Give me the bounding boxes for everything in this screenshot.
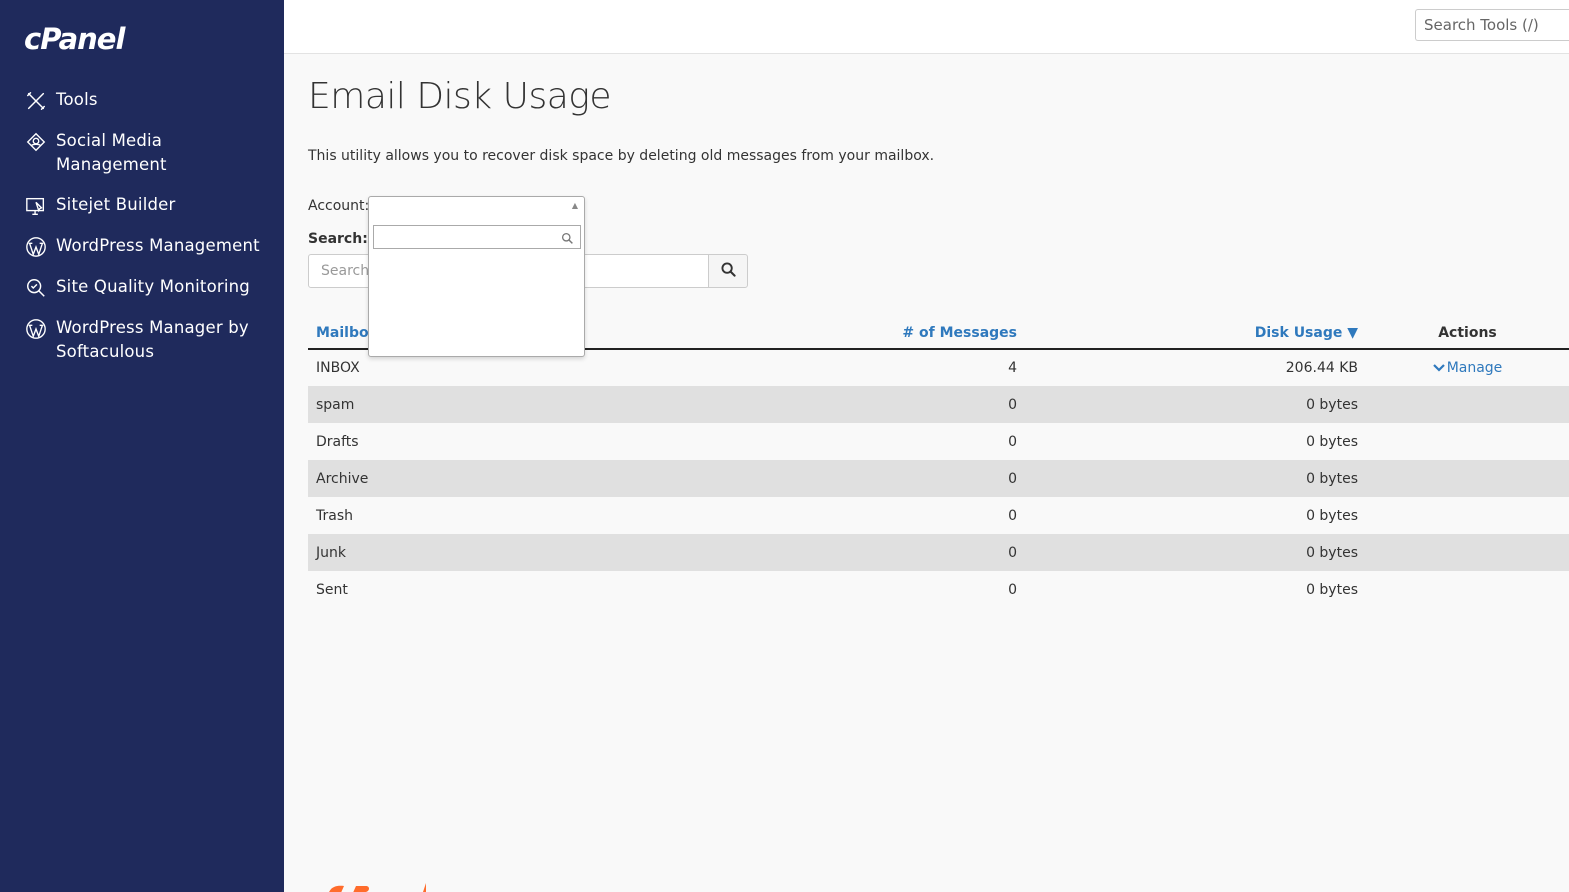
disk-usage-cell: 206.44 KB xyxy=(1285,360,1358,376)
top-bar xyxy=(284,0,1569,54)
sidebar-item-wordpress-management[interactable]: WordPress Management xyxy=(0,234,284,259)
chevron-down-icon xyxy=(1432,364,1445,372)
sidebar-item-label: Sitejet Builder xyxy=(56,195,176,214)
search-icon xyxy=(720,261,736,281)
disk-usage-cell: 0 bytes xyxy=(1306,433,1358,450)
actions-cell xyxy=(1366,386,1569,423)
mailbox-cell: Sent xyxy=(316,581,348,598)
sidebar-item-tools[interactable]: Tools xyxy=(0,88,284,113)
sidebar-nav: Tools Social Media Management Sitejet Bu… xyxy=(0,88,284,380)
sitejet-icon xyxy=(24,194,48,218)
wordpress-icon xyxy=(24,317,48,341)
disk-usage-cell: 0 bytes xyxy=(1025,386,1366,423)
sidebar-item-label: WordPress Management xyxy=(56,236,260,255)
manage-label: Manage xyxy=(1446,360,1503,376)
site-quality-icon xyxy=(24,276,48,300)
actions-cell: Manage xyxy=(1366,349,1569,386)
search-label: Search: xyxy=(308,231,368,247)
search-tools-input[interactable] xyxy=(1415,9,1569,41)
table-row: spam 0 0 bytes xyxy=(308,386,1569,423)
chevron-up-icon[interactable]: ▲ xyxy=(572,201,578,210)
disk-usage-cell: 0 bytes xyxy=(1306,507,1358,524)
actions-cell xyxy=(1366,534,1569,571)
mailbox-cell: Drafts xyxy=(316,433,359,450)
messages-cell: 0 xyxy=(848,534,1025,571)
messages-cell: 0 xyxy=(848,386,1025,423)
account-select[interactable]: ▲ xyxy=(369,197,584,219)
sidebar-item-site-quality[interactable]: Site Quality Monitoring xyxy=(0,275,284,300)
messages-cell: 0 xyxy=(1008,433,1017,450)
mailbox-cell: spam xyxy=(308,386,848,423)
sidebar: cPanel Tools Social Media Management Sit… xyxy=(0,0,284,892)
sidebar-item-wordpress-manager-softaculous[interactable]: WordPress Manager by Softaculous xyxy=(0,316,284,364)
account-search-field[interactable] xyxy=(373,225,581,249)
table-row: Sent 0 0 bytes xyxy=(308,571,1569,608)
messages-column-header[interactable]: # of Messages xyxy=(848,317,1025,350)
search-button[interactable] xyxy=(708,254,748,288)
sidebar-item-sitejet[interactable]: Sitejet Builder xyxy=(0,193,284,218)
disk-usage-cell: 0 bytes xyxy=(1025,534,1366,571)
sidebar-item-label: Social Media Management xyxy=(56,131,167,174)
actions-cell xyxy=(1366,423,1569,460)
wordpress-icon xyxy=(24,235,48,259)
disk-usage-cell: 0 bytes xyxy=(1025,460,1366,497)
messages-cell: 4 xyxy=(1008,360,1017,376)
account-label: Account: xyxy=(308,198,370,214)
messages-cell: 0 xyxy=(848,460,1025,497)
mailbox-cell: Junk xyxy=(308,534,848,571)
cpanel-logo[interactable]: cPanel xyxy=(24,22,125,56)
actions-cell xyxy=(1366,460,1569,497)
disk-usage-column-header[interactable]: Disk Usage ▼ xyxy=(1025,317,1366,350)
sidebar-item-label: Site Quality Monitoring xyxy=(56,277,250,296)
table-row: Archive 0 0 bytes xyxy=(308,460,1569,497)
page-title: Email Disk Usage xyxy=(308,76,612,117)
sidebar-item-social-media[interactable]: Social Media Management xyxy=(0,129,284,177)
sidebar-item-label: WordPress Manager by Softaculous xyxy=(56,318,249,361)
actions-cell xyxy=(1366,497,1569,534)
sidebar-item-label: Tools xyxy=(56,90,98,109)
page-description: This utility allows you to recover disk … xyxy=(308,148,935,164)
messages-cell: 0 xyxy=(1008,507,1017,524)
mailbox-table: Mailbox # of Messages Disk Usage ▼ Actio… xyxy=(308,317,1569,608)
table-row: Trash 0 0 bytes xyxy=(308,497,1569,534)
manage-button[interactable]: Manage xyxy=(1432,360,1503,376)
actions-column-header: Actions xyxy=(1366,317,1569,350)
tools-icon xyxy=(24,89,48,113)
table-row: Junk 0 0 bytes xyxy=(308,534,1569,571)
account-select-dropdown[interactable]: ▲ xyxy=(368,196,585,357)
mailbox-cell: Trash xyxy=(316,507,353,524)
messages-cell: 0 xyxy=(1008,581,1017,598)
table-row: Drafts 0 0 bytes xyxy=(308,423,1569,460)
disk-usage-cell: 0 bytes xyxy=(1306,581,1358,598)
actions-cell xyxy=(1366,571,1569,608)
search-icon xyxy=(561,230,574,249)
footer-cpanel-logo[interactable] xyxy=(326,880,426,892)
mailbox-cell: Archive xyxy=(308,460,848,497)
social-media-icon xyxy=(24,130,48,154)
